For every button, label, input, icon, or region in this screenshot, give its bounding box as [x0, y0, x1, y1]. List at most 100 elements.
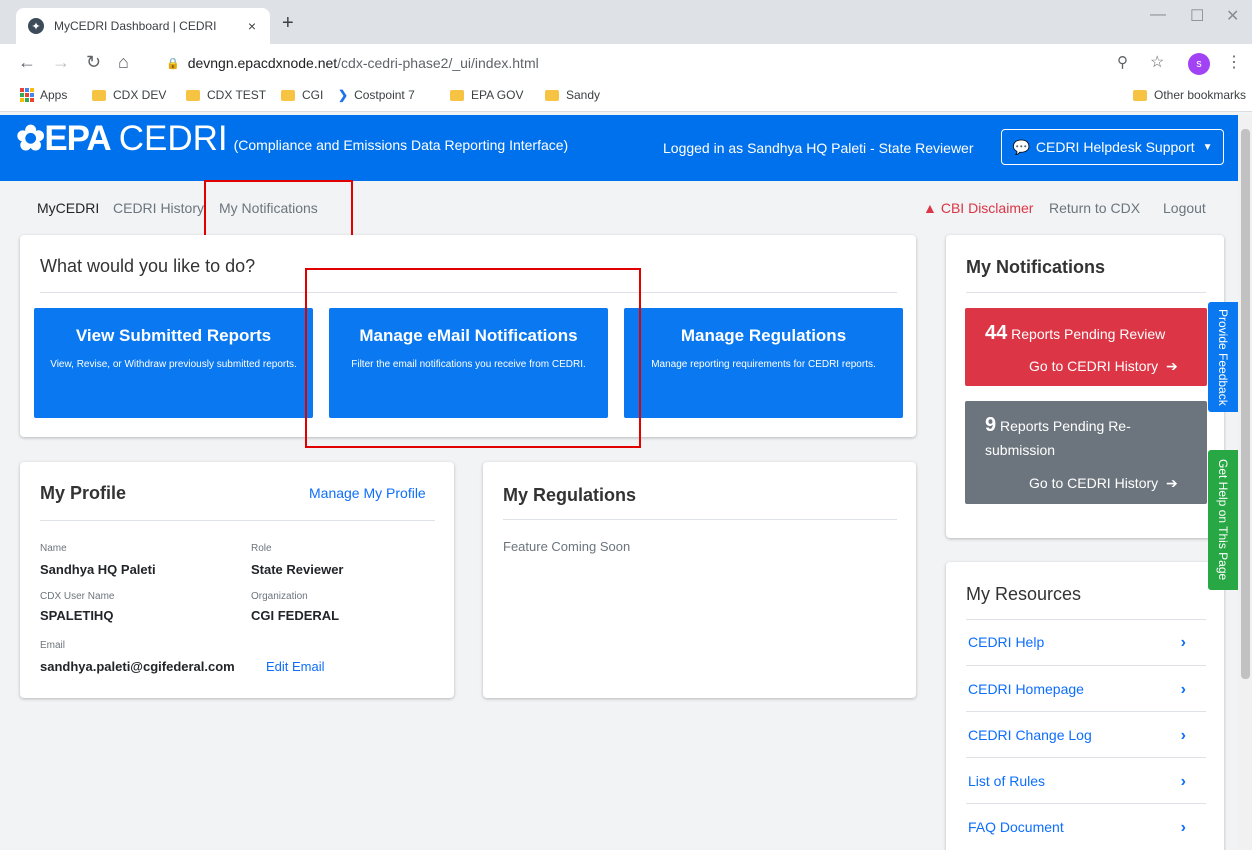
- folder-icon: [281, 89, 295, 101]
- bookmark-apps[interactable]: Apps: [20, 88, 67, 102]
- arrow-right-icon: ➔: [1166, 475, 1178, 491]
- maximize-icon[interactable]: ☐: [1190, 6, 1204, 26]
- divider: [503, 519, 897, 520]
- browser-tab[interactable]: ✦ MyCEDRI Dashboard | CEDRI ×: [16, 8, 270, 44]
- cbi-label: CBI Disclaimer: [940, 200, 1034, 216]
- go-history-label: Go to CEDRI History: [1029, 475, 1159, 491]
- resource-label: CEDRI Homepage: [968, 681, 1084, 697]
- resources-card: [946, 562, 1224, 850]
- role-label: Role: [251, 543, 272, 554]
- profile-avatar[interactable]: s: [1188, 53, 1210, 75]
- highlight-box-notifications: [204, 180, 353, 241]
- close-tab-icon[interactable]: ×: [248, 18, 256, 34]
- go-history-link[interactable]: Go to CEDRI History ➔: [1029, 358, 1178, 375]
- view-submitted-reports-button[interactable]: View Submitted Reports View, Revise, or …: [34, 308, 313, 418]
- resource-label: CEDRI Help: [968, 634, 1045, 650]
- manage-profile-link[interactable]: Manage My Profile: [309, 485, 426, 501]
- tab-title: MyCEDRI Dashboard | CEDRI: [54, 19, 217, 33]
- resources-title: My Resources: [966, 584, 1082, 604]
- org-value: CGI FEDERAL: [251, 608, 340, 623]
- email-value: sandhya.paleti@cgifederal.com: [40, 659, 235, 674]
- actions-title: What would you like to do?: [40, 256, 256, 276]
- chat-icon: 💬: [1012, 138, 1030, 155]
- bookmark-epa-gov[interactable]: EPA GOV: [450, 88, 523, 102]
- folder-icon: [450, 89, 464, 101]
- name-label: Name: [40, 543, 67, 554]
- lock-icon: 🔒: [166, 57, 180, 70]
- resource-item-cedri-homepage[interactable]: CEDRI Homepage ›: [968, 681, 1206, 698]
- reload-icon[interactable]: ↻: [86, 52, 101, 73]
- logo-cedri-text: CEDRI: [118, 119, 228, 158]
- return-to-cdx-link[interactable]: Return to CDX: [1049, 200, 1140, 216]
- nav-mycedri[interactable]: MyCEDRI: [37, 200, 99, 216]
- forward-icon[interactable]: →: [52, 52, 70, 73]
- pending-resub-text: Reports Pending Re-submission: [985, 418, 1131, 458]
- manage-regulations-button[interactable]: Manage Regulations Manage reporting requ…: [624, 308, 903, 418]
- org-label: Organization: [251, 591, 308, 602]
- folder-icon: [1133, 89, 1147, 101]
- url-path: /cdx-cedri-phase2/_ui/index.html: [337, 55, 539, 71]
- new-tab-button[interactable]: +: [282, 12, 294, 35]
- pending-review-stat[interactable]: 44 Reports Pending Review Go to CEDRI Hi…: [965, 308, 1207, 386]
- bookmark-cgi[interactable]: CGI: [281, 88, 323, 102]
- bookmark-label: CDX TEST: [207, 88, 267, 102]
- nav-cedri-history[interactable]: CEDRI History: [113, 200, 204, 216]
- highlight-box-email: [305, 268, 641, 448]
- resource-item-list-of-rules[interactable]: List of Rules ›: [968, 773, 1206, 790]
- star-icon[interactable]: ☆: [1150, 52, 1164, 72]
- other-bookmarks[interactable]: Other bookmarks: [1133, 88, 1246, 102]
- helpdesk-dropdown-button[interactable]: 💬 CEDRI Helpdesk Support ▼: [1001, 129, 1224, 165]
- bookmark-cdx-dev[interactable]: CDX DEV: [92, 88, 166, 102]
- get-help-tab[interactable]: Get Help on This Page: [1208, 450, 1238, 590]
- costpoint-icon: ❯: [338, 88, 349, 102]
- epa-cedri-logo[interactable]: ✿ EPA CEDRI (Compliance and Emissions Da…: [16, 119, 568, 159]
- provide-feedback-tab[interactable]: Provide Feedback: [1208, 302, 1238, 412]
- resource-label: FAQ Document: [968, 819, 1064, 835]
- bookmark-label: CGI: [302, 88, 324, 102]
- resource-item-change-log[interactable]: CEDRI Change Log ›: [968, 727, 1206, 744]
- logo-subtitle: (Compliance and Emissions Data Reporting…: [233, 137, 569, 153]
- divider: [966, 665, 1206, 666]
- divider: [966, 619, 1206, 620]
- menu-dots-icon[interactable]: ⋮: [1226, 52, 1242, 72]
- bookmark-costpoint[interactable]: ❯ Costpoint 7: [338, 88, 415, 102]
- go-history-label: Go to CEDRI History: [1029, 358, 1159, 374]
- bookmark-label: Sandy: [566, 88, 601, 102]
- close-window-icon[interactable]: ✕: [1226, 6, 1239, 26]
- cbi-disclaimer-link[interactable]: ▲ CBI Disclaimer: [923, 200, 1033, 216]
- epa-logo-icon: ✿: [16, 119, 45, 158]
- chevron-right-icon: ›: [1180, 727, 1186, 744]
- go-history-link[interactable]: Go to CEDRI History ➔: [1029, 475, 1178, 492]
- pending-resubmission-stat[interactable]: 9 Reports Pending Re-submission Go to CE…: [965, 401, 1207, 504]
- pending-resub-count: 9: [985, 414, 997, 436]
- bookmark-label: EPA GOV: [471, 88, 524, 102]
- epa-favicon-icon: ✦: [28, 18, 44, 34]
- action-title: View Submitted Reports: [75, 326, 272, 345]
- logout-link[interactable]: Logout: [1163, 200, 1206, 216]
- logged-in-text: Logged in as Sandhya HQ Paleti - State R…: [663, 140, 974, 156]
- chevron-right-icon: ›: [1180, 819, 1186, 836]
- bookmark-sandy[interactable]: Sandy: [545, 88, 600, 102]
- url-host: devngn.epacdxnode.net: [187, 55, 338, 71]
- edit-email-link[interactable]: Edit Email: [266, 659, 325, 674]
- bookmark-label: Costpoint 7: [354, 88, 415, 102]
- chevron-right-icon: ›: [1180, 681, 1186, 698]
- home-icon[interactable]: ⌂: [118, 52, 129, 73]
- resource-item-cedri-help[interactable]: CEDRI Help ›: [968, 634, 1206, 651]
- bookmark-label: CDX DEV: [113, 88, 167, 102]
- scrollbar-thumb[interactable]: [1241, 129, 1250, 679]
- resource-item-faq-document[interactable]: FAQ Document ›: [968, 819, 1206, 836]
- bookmark-cdx-test[interactable]: CDX TEST: [186, 88, 266, 102]
- zoom-icon[interactable]: ⚲: [1117, 53, 1128, 71]
- back-icon[interactable]: ←: [18, 52, 36, 73]
- address-bar[interactable]: 🔒 devngn.epacdxnode.net/cdx-cedri-phase2…: [152, 50, 1092, 76]
- user-label: CDX User Name: [40, 591, 115, 602]
- divider: [40, 520, 435, 521]
- action-desc: View, Revise, or Withdraw previously sub…: [50, 359, 297, 370]
- regulations-body: Feature Coming Soon: [503, 539, 631, 554]
- apps-grid-icon: [20, 88, 34, 102]
- arrow-right-icon: ➔: [1166, 358, 1178, 374]
- divider: [966, 803, 1206, 804]
- email-label: Email: [40, 640, 66, 651]
- minimize-icon[interactable]: —: [1150, 6, 1166, 24]
